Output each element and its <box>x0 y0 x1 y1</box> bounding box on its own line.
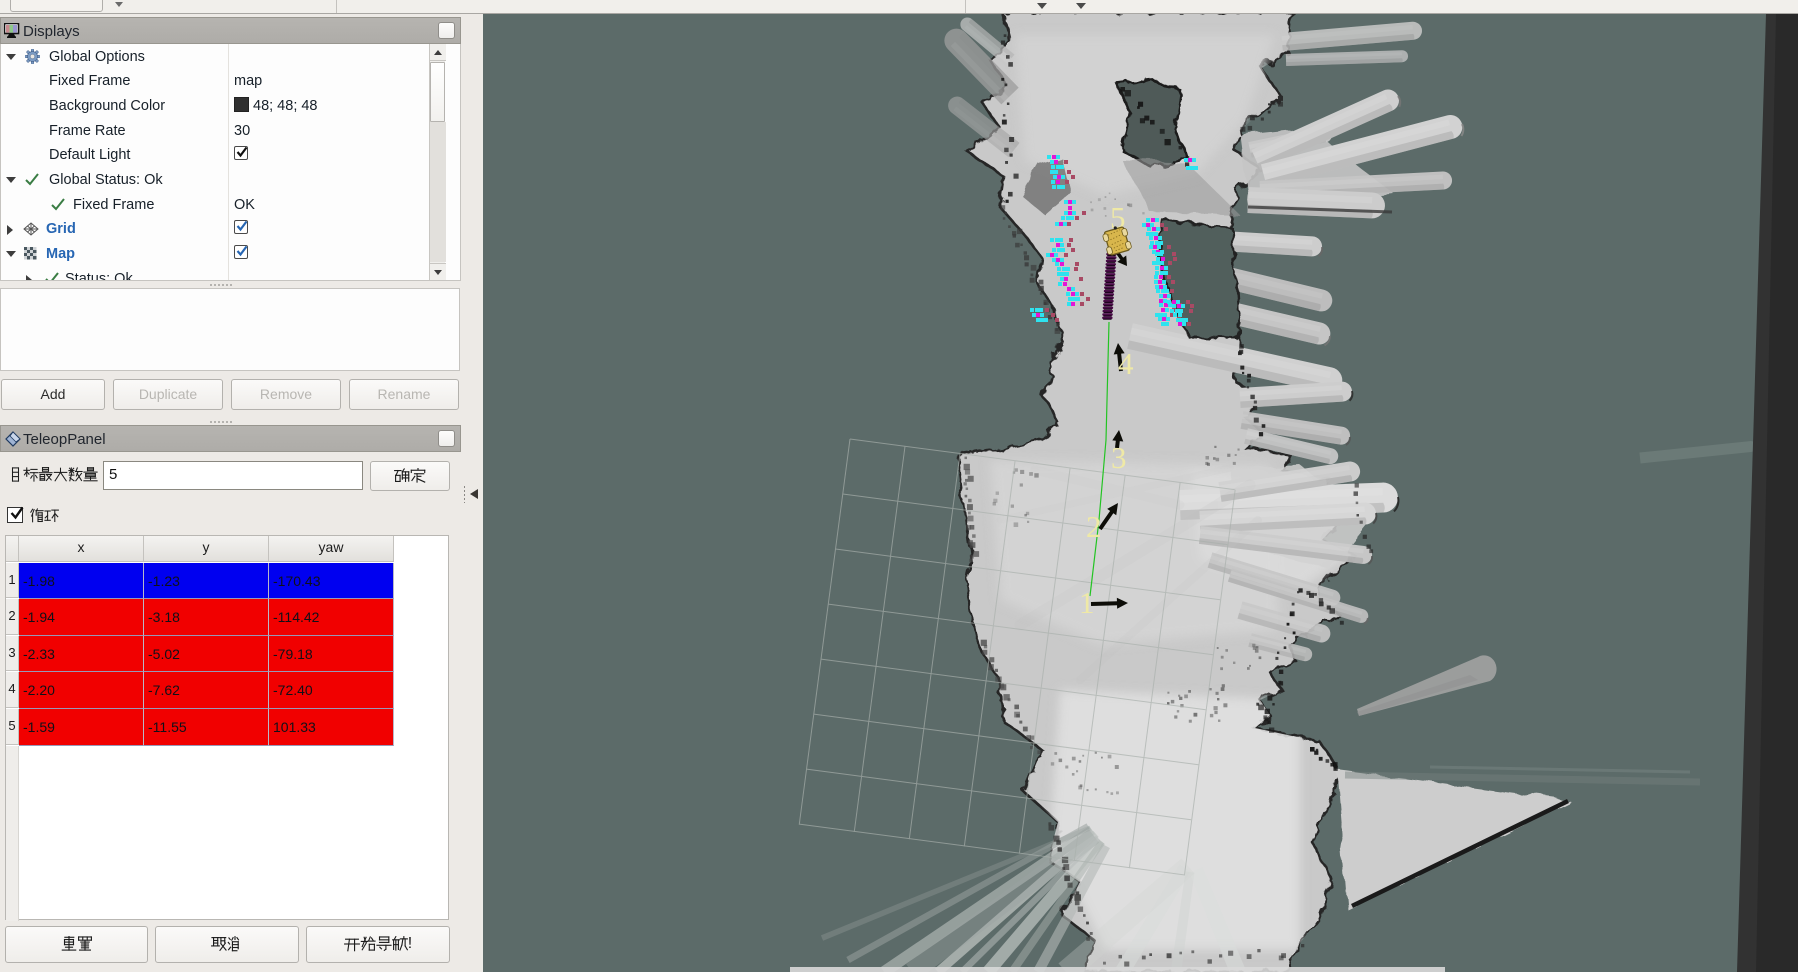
svg-text:4: 4 <box>1118 346 1134 381</box>
svg-text:3: 3 <box>1111 440 1127 475</box>
svg-text:2: 2 <box>1086 509 1102 544</box>
svg-text:1: 1 <box>1079 585 1095 620</box>
